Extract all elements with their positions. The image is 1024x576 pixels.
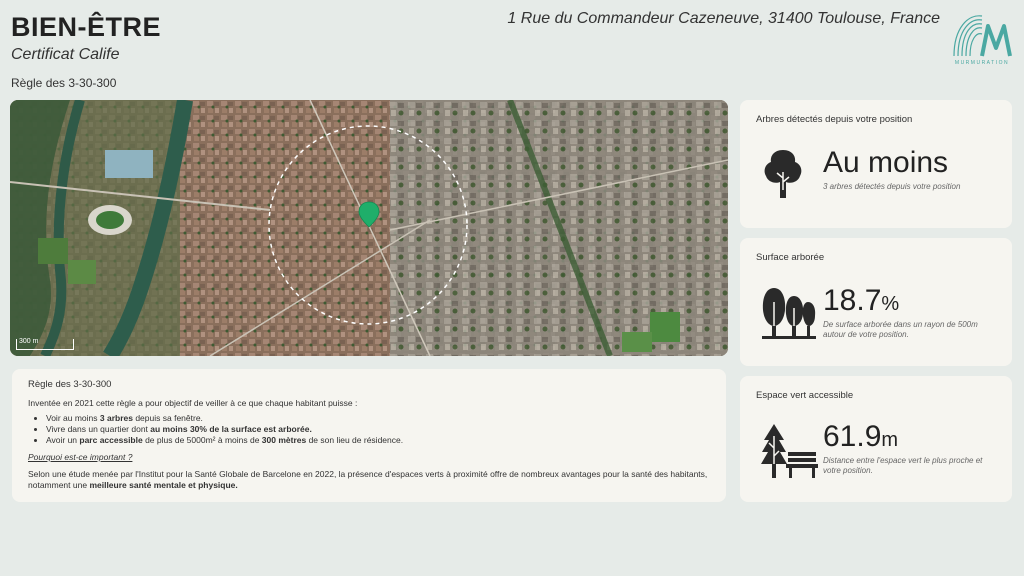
info-panel: Règle des 3-30-300 Inventée en 2021 cett… xyxy=(12,369,726,502)
trees-icon xyxy=(762,288,816,339)
info-intro: Inventée en 2021 cette règle a pour obje… xyxy=(28,398,358,408)
card-description: De surface arborée dans un rayon de 500m… xyxy=(823,320,978,339)
card-value: Au moins xyxy=(823,146,949,179)
card-label: Surface arborée xyxy=(756,252,825,263)
info-heading: Règle des 3-30-300 xyxy=(28,379,112,390)
map-scale-bar: 300 m xyxy=(16,338,74,350)
card-unit: m xyxy=(881,429,899,451)
tree-icon xyxy=(764,150,802,198)
info-conclusion: Selon une étude menée par l'Institut pou… xyxy=(28,469,708,490)
card-green-space: Espace vert accessible 61.9m Distance en… xyxy=(740,376,1012,502)
logo-text: MURMURATION xyxy=(954,60,1010,66)
page-title: BIEN-ÊTRE xyxy=(11,12,162,42)
rule-item-park: Avoir un parc accessible de plus de 5000… xyxy=(46,435,710,446)
rule-item-canopy: Vivre dans un quartier dont au moins 30%… xyxy=(46,424,710,435)
card-unit: % xyxy=(881,293,900,315)
satellite-map[interactable]: 300 m xyxy=(10,100,728,356)
murmuration-logo xyxy=(953,15,1012,57)
card-value: 61.9m xyxy=(823,420,899,453)
rule-list: Voir au moins 3 arbres depuis sa fenêtre… xyxy=(28,413,710,446)
card-canopy-surface: Surface arborée 18.7% De surface arborée… xyxy=(740,238,1012,366)
park-bench-icon xyxy=(761,424,818,478)
map-canvas xyxy=(10,100,728,356)
card-description: 3 arbres détectés depuis votre position xyxy=(823,182,961,191)
address: 1 Rue du Commandeur Cazeneuve, 31400 Tou… xyxy=(507,10,940,27)
why-important-link[interactable]: Pourquoi est-ce important ? xyxy=(28,452,710,463)
section-label: Règle des 3-30-300 xyxy=(11,76,117,90)
card-value: 18.7% xyxy=(823,284,900,317)
scale-label: 300 m xyxy=(19,338,39,345)
rule-item-trees: Voir au moins 3 arbres depuis sa fenêtre… xyxy=(46,413,710,424)
card-description: Distance entre l'espace vert le plus pro… xyxy=(823,456,983,475)
card-trees-detected: Arbres détectés depuis votre position Au… xyxy=(740,100,1012,228)
card-label: Arbres détectés depuis votre position xyxy=(756,114,913,125)
card-label: Espace vert accessible xyxy=(756,390,854,401)
page-subtitle: Certificat Calife xyxy=(11,46,120,63)
